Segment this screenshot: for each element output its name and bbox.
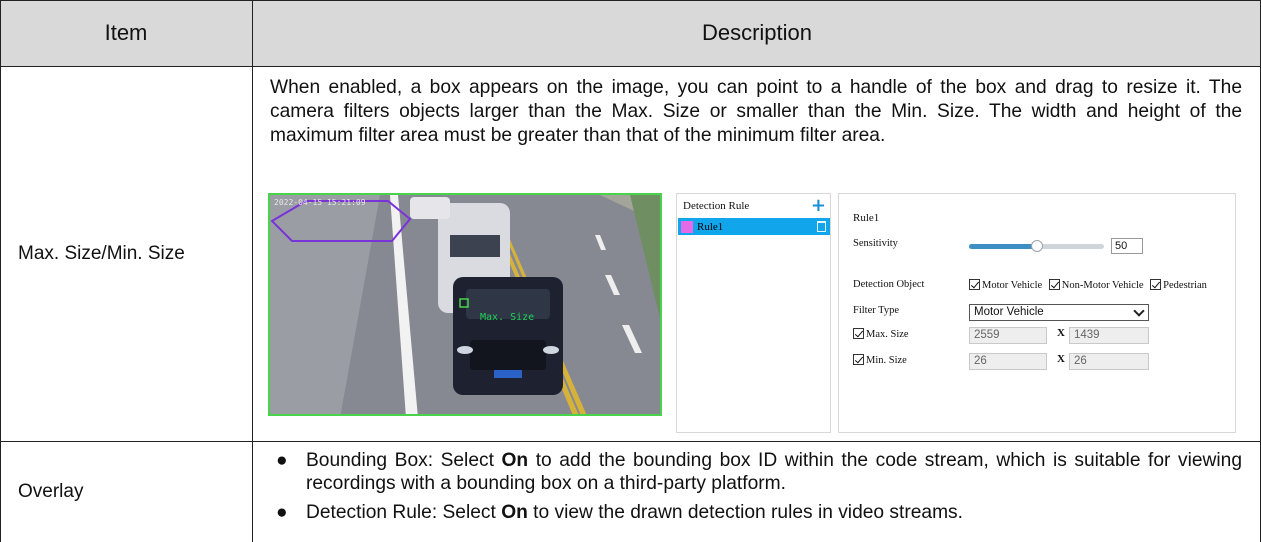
rule-color-swatch [681, 220, 693, 233]
sensitivity-slider-handle[interactable] [1030, 240, 1043, 252]
rule-settings-panel: Rule1 Sensitivity 50 Detection Object Mo… [838, 193, 1236, 433]
filter-type-label: Filter Type [853, 305, 900, 316]
bullet-icon: ● [276, 450, 288, 471]
detection-object-options: Motor Vehicle Non-Motor Vehicle Pedestri… [969, 279, 1211, 291]
bullet-text: to view the drawn detection rules in vid… [527, 502, 963, 523]
max-width-field[interactable]: 2559 [969, 327, 1047, 344]
header-item: Item [0, 0, 252, 66]
checkbox-checked-icon [969, 279, 980, 290]
row-item-label: Max. Size/Min. Size [18, 243, 185, 264]
row-description-text: When enabled, a box appears on the image… [270, 77, 1242, 146]
max-size-checkbox[interactable]: Max. Size [853, 328, 909, 340]
road-scene [270, 195, 660, 414]
bullet-text: Detection Rule: Select [306, 502, 502, 523]
non-motor-vehicle-label: Non-Motor Vehicle [1061, 280, 1144, 291]
pedestrian-checkbox[interactable]: Pedestrian [1150, 279, 1207, 291]
bullet-icon: ● [276, 502, 288, 523]
detection-rule-title: Detection Rule [677, 194, 830, 218]
rule-list-item[interactable]: Rule1 [678, 218, 830, 235]
plus-icon[interactable]: + [811, 197, 826, 215]
table-border-middle [252, 0, 253, 542]
camera-timestamp: 2022-04-15 15:21:09 [274, 198, 366, 207]
detection-rule-panel: Detection Rule + Rule1 [676, 193, 831, 433]
header-description: Description [253, 0, 1261, 66]
row-item-overlay: Overlay [0, 442, 252, 542]
sensitivity-label: Sensitivity [853, 238, 898, 249]
checkbox-checked-icon [853, 354, 864, 365]
checkbox-checked-icon [1048, 279, 1060, 290]
row-item-max-min-size: Max. Size/Min. Size [0, 67, 252, 441]
rule-list-item-label: Rule1 [697, 220, 724, 233]
bullet-text: Bounding Box: Select [306, 450, 502, 471]
checkbox-checked-icon [853, 328, 864, 339]
filter-type-select[interactable]: Motor Vehicle [969, 304, 1149, 321]
table-border-top [0, 0, 1261, 1]
max-size-separator: X [1057, 327, 1065, 339]
trash-icon[interactable] [817, 221, 826, 232]
overlay-bullet-list: ● Bounding Box: Select On to add the bou… [270, 449, 1242, 530]
min-size-label: Min. Size [866, 355, 907, 366]
motor-vehicle-label: Motor Vehicle [982, 280, 1043, 291]
rule-name: Rule1 [853, 212, 880, 224]
max-size-label: Max. Size [866, 329, 909, 340]
motor-vehicle-checkbox[interactable]: Motor Vehicle [969, 279, 1043, 291]
camera-size-label: Max. Size [480, 312, 535, 323]
camera-preview: 2022-04-15 15:21:09 Max. Size [268, 193, 662, 416]
list-item: ● Bounding Box: Select On to add the bou… [270, 449, 1242, 495]
non-motor-vehicle-checkbox[interactable]: Non-Motor Vehicle [1048, 279, 1144, 291]
sensitivity-slider[interactable] [969, 240, 1104, 252]
checkbox-checked-icon [1150, 279, 1162, 290]
chevron-down-icon [1133, 305, 1145, 317]
filter-type-value: Motor Vehicle [974, 306, 1044, 318]
min-size-separator: X [1057, 353, 1065, 365]
pedestrian-label: Pedestrian [1163, 280, 1207, 291]
list-item: ● Detection Rule: Select On to view the … [270, 501, 1242, 524]
sensitivity-value-input[interactable]: 50 [1111, 238, 1143, 254]
sensitivity-slider-fill [969, 244, 1037, 249]
bullet-bold-text: On [501, 502, 528, 523]
min-size-checkbox[interactable]: Min. Size [853, 354, 907, 366]
detection-object-label: Detection Object [853, 279, 925, 290]
min-width-field[interactable]: 26 [969, 353, 1047, 370]
description-table: Item Description Max. Size/Min. Size Whe… [0, 0, 1261, 542]
max-height-field[interactable]: 1439 [1069, 327, 1149, 344]
header-item-label: Item [104, 20, 148, 45]
header-description-label: Description [701, 20, 813, 45]
row-item-label: Overlay [18, 481, 84, 502]
min-height-field[interactable]: 26 [1069, 353, 1149, 370]
bullet-bold-text: On [501, 450, 529, 471]
